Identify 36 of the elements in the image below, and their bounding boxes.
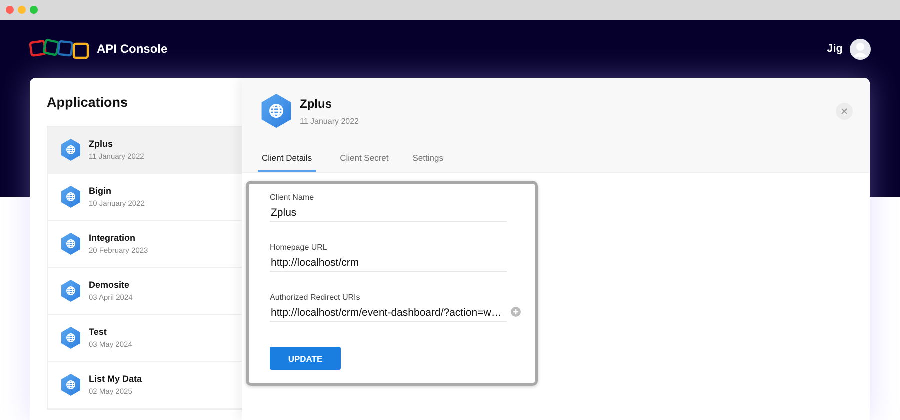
globe-icon: [261, 94, 292, 129]
close-icon: [841, 108, 848, 115]
application-name: List My Data: [89, 374, 142, 384]
application-name: Integration: [89, 233, 136, 243]
tab[interactable]: Client Details: [258, 145, 316, 172]
close-button[interactable]: [836, 103, 853, 120]
field-label: Client Name: [270, 193, 316, 202]
input-field[interactable]: http://localhost/crm: [270, 255, 507, 272]
field-label: Homepage URL: [270, 243, 328, 252]
add-icon[interactable]: [511, 307, 521, 317]
maximize-window-button[interactable]: [30, 6, 38, 14]
globe-icon: [61, 139, 81, 161]
user-name: Jig: [827, 43, 843, 55]
tab[interactable]: Client Secret: [340, 145, 389, 172]
field-label: Authorized Redirect URIs: [270, 293, 362, 302]
update-button[interactable]: UPDATE: [270, 347, 341, 370]
globe-icon: [61, 374, 81, 396]
app-date: 11 January 2022: [300, 117, 360, 126]
tab[interactable]: Settings: [412, 145, 444, 172]
globe-icon: [61, 186, 81, 208]
application-name: Test: [89, 327, 108, 337]
globe-icon: [61, 280, 81, 302]
globe-icon: [61, 233, 81, 255]
brand-name: API Console: [97, 42, 168, 56]
minimize-window-button[interactable]: [18, 6, 26, 14]
globe-icon: [61, 327, 81, 349]
app-name: Zplus: [300, 97, 333, 111]
application-name: Bigin: [89, 186, 112, 196]
close-window-button[interactable]: [6, 6, 14, 14]
input-field[interactable]: Zplus: [270, 205, 507, 222]
input-field[interactable]: http://localhost/crm/event-dashboard/?action=w…: [270, 305, 507, 322]
application-name: Demosite: [89, 280, 131, 290]
avatar-icon[interactable]: [850, 38, 871, 60]
panel-title: Applications: [47, 95, 130, 110]
application-name: Zplus: [89, 139, 114, 149]
logo-icon: [29, 38, 91, 60]
